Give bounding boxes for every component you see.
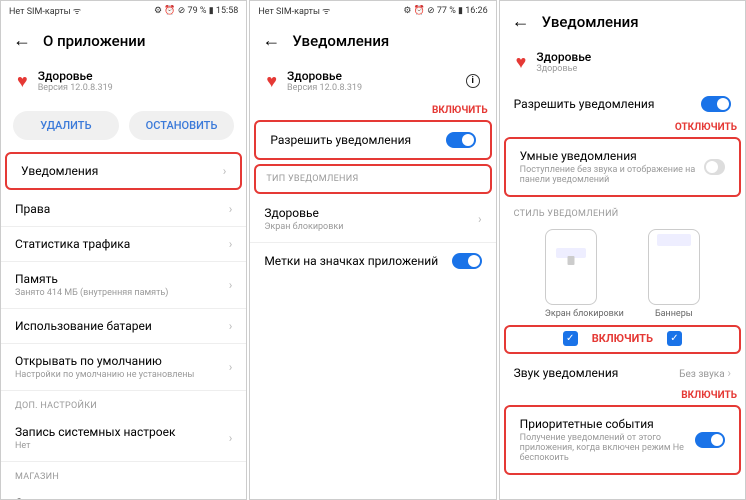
info-icon[interactable]: i [466,74,480,88]
app-version: Версия 12.0.8.319 [38,83,113,93]
check-banners[interactable]: ✓ [667,331,682,346]
toggle-allow[interactable] [701,96,731,112]
header: ← О приложении [1,20,246,61]
status-right: ⚙ ⏰ ⊘ 77 % ▮ 16:26 [403,6,487,16]
chevron-right-icon: › [229,278,233,292]
toggle-allow[interactable] [446,132,476,148]
row-memory[interactable]: ПамятьЗанято 414 МБ (внутренняя память) … [1,262,246,309]
chevron-right-icon: › [229,360,233,374]
check-lockscreen[interactable]: ✓ [563,331,578,346]
status-left: Нет SIM-карты ᯤ [9,4,81,17]
style-lockscreen[interactable]: Экран блокировки [545,229,624,319]
chevron-right-icon: › [223,164,227,178]
section-store: МАГАЗИН [1,462,246,486]
highlight-type: ТИП УВЕДОМЛЕНИЯ [254,164,491,194]
action-buttons: УДАЛИТЬ ОСТАНОВИТЬ [1,105,246,150]
highlight-priority: Приоритетные событияПолучение уведомлени… [504,405,741,475]
chevron-right-icon: › [478,212,482,226]
toggle-priority[interactable] [695,432,725,448]
section-extra: ДОП. НАСТРОЙКИ [1,391,246,415]
status-bar: Нет SIM-карты ᯤ ⚙ ⏰ ⊘ 79 % ▮ 15:58 [1,1,246,20]
app-name: Здоровье [536,50,591,64]
highlight-notifications: Уведомления › [5,152,242,190]
heart-icon: ♥ [17,71,28,92]
app-name: Здоровье [38,69,113,83]
row-allow-notifications[interactable]: Разрешить уведомления [256,122,489,158]
app-info: ♥ Здоровье Версия 12.0.8.319 [1,61,246,105]
section-style: СТИЛЬ УВЕДОМЛЕНИЙ [500,199,745,223]
back-icon[interactable]: ← [13,30,31,51]
delete-button[interactable]: УДАЛИТЬ [13,111,119,140]
row-traffic[interactable]: Статистика трафика› [1,227,246,262]
row-battery[interactable]: Использование батареи› [1,309,246,344]
back-icon[interactable]: ← [512,11,530,32]
row-badges[interactable]: Метки на значках приложений [250,243,495,279]
chevron-right-icon: › [229,431,233,445]
chevron-right-icon: › [727,366,731,380]
app-version: Версия 12.0.8.319 [287,83,456,93]
header: ← Уведомления [250,20,495,61]
annotation-enable-2: ВКЛЮЧИТЬ [500,390,745,403]
row-app-details[interactable]: Сведения приложенияУстановлено из: Play … [1,486,246,500]
row-allow-notifications[interactable]: Разрешить уведомления [500,86,745,122]
page-title: Уведомления [542,13,639,31]
status-left: Нет SIM-карты ᯤ [258,4,330,17]
chevron-right-icon: › [229,237,233,251]
style-options: Экран блокировки Баннеры [500,223,745,323]
section-type: ТИП УВЕДОМЛЕНИЯ [256,166,489,192]
row-sound[interactable]: Звук уведомления Без звука › [500,356,745,390]
row-smart-notifications[interactable]: Умные уведомленияПоступление без звука и… [506,139,739,195]
annotation-disable: ОТКЛЮЧИТЬ [500,122,745,135]
row-health-channel[interactable]: ЗдоровьеЭкран блокировки › [250,196,495,243]
app-name: Здоровье [287,69,456,83]
back-icon[interactable]: ← [262,30,280,51]
row-notifications[interactable]: Уведомления › [7,154,240,188]
row-priority[interactable]: Приоритетные событияПолучение уведомлени… [506,407,739,473]
chevron-right-icon: › [229,319,233,333]
phone-1: Нет SIM-карты ᯤ ⚙ ⏰ ⊘ 79 % ▮ 15:58 ← О п… [0,0,247,500]
page-title: О приложении [43,32,145,50]
highlight-smart: Умные уведомленияПоступление без звука и… [504,137,741,197]
phone-3: ← Уведомления ♥ Здоровье Здоровье Разреш… [499,0,746,500]
highlight-allow: Разрешить уведомления [254,120,491,160]
page-title: Уведомления [292,32,389,50]
annotation-enable: ВКЛЮЧИТЬ [592,332,653,345]
phone-2: Нет SIM-карты ᯤ ⚙ ⏰ ⊘ 77 % ▮ 16:26 ← Уве… [249,0,496,500]
chevron-right-icon: › [229,202,233,216]
annotation-enable: ВКЛЮЧИТЬ [250,105,495,118]
heart-icon: ♥ [516,52,527,73]
app-info: ♥ Здоровье Здоровье [500,42,745,86]
stop-button[interactable]: ОСТАНОВИТЬ [129,111,235,140]
app-subtitle: Здоровье [536,64,591,74]
status-right: ⚙ ⏰ ⊘ 79 % ▮ 15:58 [154,6,238,16]
style-banners[interactable]: Баннеры [648,229,700,319]
app-info: ♥ Здоровье Версия 12.0.8.319 i [250,61,495,105]
highlight-checks: ✓ ВКЛЮЧИТЬ ✓ [504,325,741,354]
heart-icon: ♥ [266,71,277,92]
row-permissions[interactable]: Права› [1,192,246,227]
row-default-open[interactable]: Открывать по умолчаниюНастройки по умолч… [1,344,246,391]
header: ← Уведомления [500,1,745,42]
status-bar: Нет SIM-карты ᯤ ⚙ ⏰ ⊘ 77 % ▮ 16:26 [250,1,495,20]
toggle-badges[interactable] [452,253,482,269]
row-system-write[interactable]: Запись системных настроекНет › [1,415,246,462]
toggle-smart[interactable] [704,159,725,175]
